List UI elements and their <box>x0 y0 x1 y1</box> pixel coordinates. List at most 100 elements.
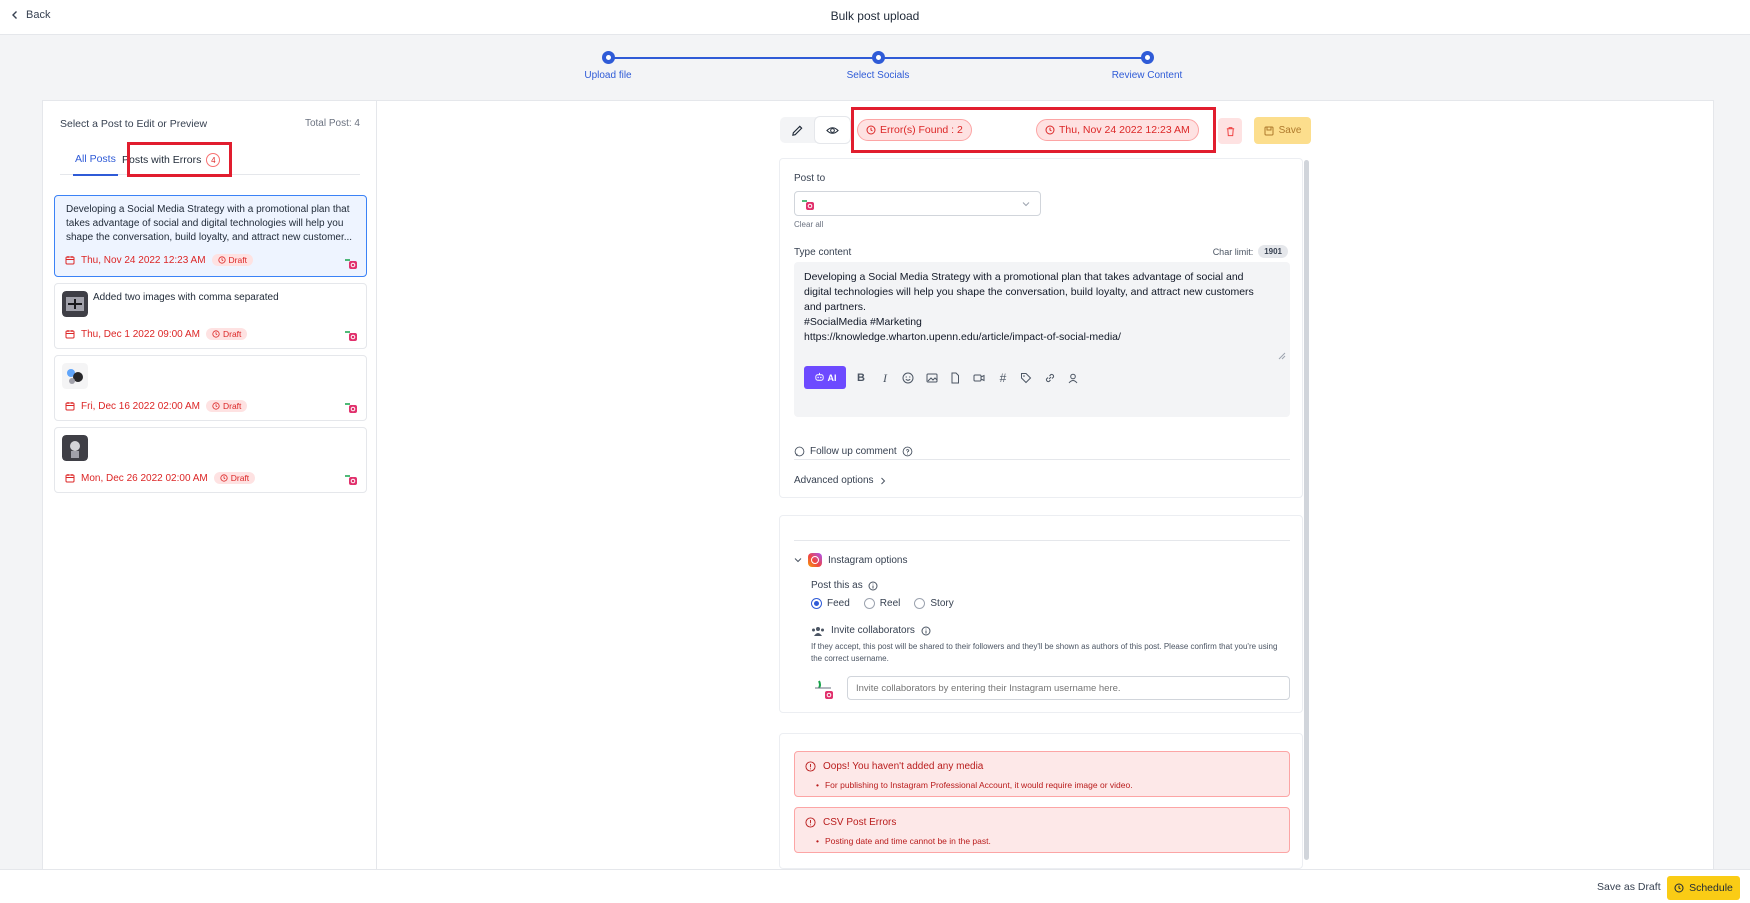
hashtag-icon[interactable]: # <box>996 371 1010 385</box>
radio-label: Feed <box>827 598 850 609</box>
post-list-heading: Select a Post to Edit or Preview <box>60 118 208 130</box>
robot-icon <box>814 372 824 381</box>
chevron-down-icon <box>794 558 802 563</box>
post-meta: Mon, Dec 26 2022 02:00 AM Draft <box>65 472 256 484</box>
schedule-label: Schedule <box>1689 882 1733 894</box>
list-item[interactable]: Mon, Dec 26 2022 02:00 AM Draft <box>54 427 367 493</box>
collaborators-input[interactable] <box>847 676 1290 700</box>
list-item[interactable]: Added two images with comma separated Th… <box>54 283 367 349</box>
radio-feed[interactable]: Feed <box>811 598 850 609</box>
mode-toggle <box>780 117 851 143</box>
radio-label: Story <box>930 598 954 609</box>
follow-up-comment-toggle[interactable]: Follow up comment <box>794 446 913 457</box>
instagram-account-icon <box>345 259 357 269</box>
footer-bar: Save as Draft Schedule <box>0 869 1750 903</box>
chevron-right-icon <box>880 477 885 484</box>
page-title: Bulk post upload <box>830 9 920 23</box>
status-badge: Draft <box>205 400 248 412</box>
resize-handle-icon[interactable] <box>1278 352 1286 360</box>
editor-scrollbar[interactable] <box>1304 160 1309 860</box>
radio-story[interactable]: Story <box>914 598 954 609</box>
tab-label: Posts with Errors <box>122 154 202 166</box>
mention-user-icon[interactable] <box>1066 371 1080 385</box>
error-count-badge: 4 <box>206 153 221 167</box>
instagram-account-icon <box>345 331 357 341</box>
status-label: Draft <box>228 255 247 265</box>
tag-icon[interactable] <box>1019 371 1033 385</box>
post-thumbnail <box>62 435 88 461</box>
post-preview-text: Added two images with comma separated <box>93 292 279 303</box>
tab-posts-with-errors[interactable]: Posts with Errors 4 <box>122 153 221 167</box>
post-tabs: All Posts Posts with Errors 4 <box>60 143 360 176</box>
content-editor[interactable]: Developing a Social Media Strategy with … <box>794 262 1290 417</box>
image-icon[interactable] <box>925 371 939 385</box>
bold-icon[interactable]: B <box>854 371 868 385</box>
post-date: Mon, Dec 26 2022 02:00 AM <box>81 472 208 484</box>
instagram-account-icon <box>802 200 814 210</box>
char-limit: Char limit: 1901 <box>1213 245 1288 258</box>
step-select-socials[interactable]: Select Socials <box>808 51 948 81</box>
error-title: Oops! You haven't added any media <box>823 761 984 772</box>
comment-icon <box>794 446 805 457</box>
save-button[interactable]: Save <box>1254 117 1311 144</box>
clear-all-link[interactable]: Clear all <box>794 220 823 229</box>
info-icon[interactable] <box>868 581 878 591</box>
link-icon[interactable] <box>1043 371 1057 385</box>
errors-found-badge[interactable]: Error(s) Found : 2 <box>857 119 972 141</box>
radio-circle <box>863 598 875 609</box>
alert-icon <box>805 817 816 828</box>
trash-icon <box>1226 126 1234 136</box>
preview-mode-button[interactable] <box>815 117 850 143</box>
help-icon[interactable] <box>902 446 913 457</box>
error-title-row: Oops! You haven't added any media <box>805 761 983 772</box>
tab-all-posts[interactable]: All Posts <box>73 153 118 176</box>
list-item[interactable]: Developing a Social Media Strategy with … <box>54 195 367 277</box>
clock-icon <box>212 402 220 410</box>
status-label: Draft <box>230 473 250 483</box>
error-item: Posting date and time cannot be in the p… <box>816 836 991 846</box>
eye-icon <box>826 126 839 134</box>
step-upload-file[interactable]: Upload file <box>538 51 678 81</box>
delete-button[interactable] <box>1218 118 1242 144</box>
post-preview-text: Developing a Social Media Strategy with … <box>66 204 353 243</box>
advanced-options-label: Advanced options <box>794 475 874 486</box>
stepper: Upload file Select Socials Review Conten… <box>0 35 1750 100</box>
video-icon[interactable] <box>972 371 986 385</box>
calendar-icon <box>65 330 75 339</box>
chevron-down-icon <box>1022 202 1030 207</box>
document-icon[interactable] <box>948 371 962 385</box>
instagram-icon <box>808 553 822 567</box>
info-icon[interactable] <box>921 626 931 636</box>
schedule-button[interactable]: Schedule <box>1667 876 1740 900</box>
error-title: CSV Post Errors <box>823 817 897 828</box>
save-as-draft-button[interactable]: Save as Draft <box>1597 881 1661 893</box>
advanced-options-toggle[interactable]: Advanced options <box>794 475 887 486</box>
divider <box>794 540 1290 541</box>
clock-icon <box>866 125 876 135</box>
step-review-content[interactable]: Review Content <box>1077 51 1217 81</box>
step-dot <box>601 51 615 64</box>
italic-icon[interactable]: I <box>878 371 892 385</box>
step-label: Upload file <box>584 70 632 81</box>
radio-reel[interactable]: Reel <box>863 598 900 609</box>
account-avatar <box>815 680 833 699</box>
collab-label: Invite collaborators <box>831 625 915 636</box>
ai-label: AI <box>827 372 837 383</box>
radio-circle <box>811 598 822 609</box>
alert-icon <box>805 761 816 772</box>
emoji-icon[interactable] <box>901 371 915 385</box>
ai-assistant-button[interactable]: AI <box>804 366 846 389</box>
post-date: Thu, Nov 24 2022 12:23 AM <box>81 254 206 266</box>
post-thumbnail <box>62 363 88 389</box>
list-item[interactable]: Fri, Dec 16 2022 02:00 AM Draft <box>54 355 367 421</box>
error-title-row: CSV Post Errors <box>805 817 896 828</box>
calendar-icon <box>65 256 75 265</box>
char-limit-count: 1901 <box>1258 245 1288 258</box>
instagram-options-toggle[interactable]: Instagram options <box>794 553 908 567</box>
step-label: Select Socials <box>846 70 910 81</box>
top-bar: Back Bulk post upload <box>0 0 1750 35</box>
edit-mode-button[interactable] <box>780 117 815 143</box>
schedule-date-badge[interactable]: Thu, Nov 24 2022 12:23 AM <box>1036 119 1199 141</box>
post-to-select[interactable] <box>794 191 1041 216</box>
content-text[interactable]: Developing a Social Media Strategy with … <box>804 270 1280 345</box>
